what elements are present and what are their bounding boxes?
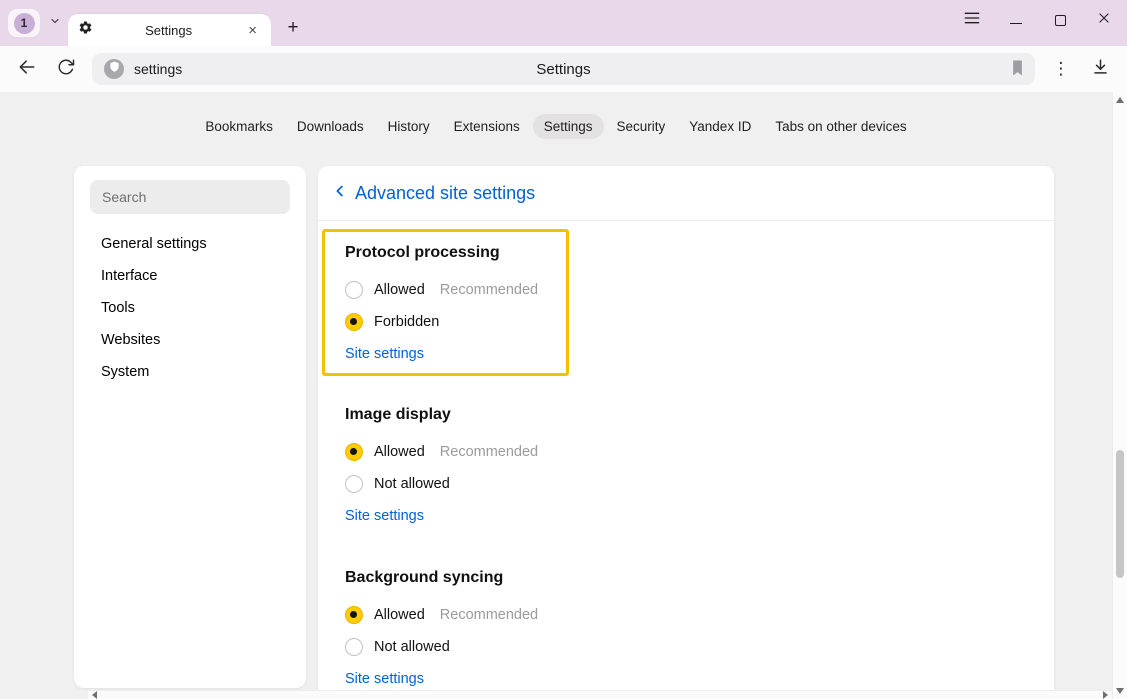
gear-icon [78,20,93,40]
back-arrow-icon [17,57,37,82]
scroll-left-arrow-icon[interactable] [92,691,97,699]
radio-selected-icon[interactable] [345,313,363,331]
sidebar-item-websites[interactable]: Websites [101,324,306,356]
settings-page: Bookmarks Downloads History Extensions S… [0,92,1127,699]
address-bar[interactable]: settings Settings [92,53,1035,85]
browser-tab-settings[interactable]: Settings × [68,14,271,46]
window-maximize-button[interactable] [1053,13,1067,27]
settings-sections: Protocol processing Allowed Recommended … [318,229,1054,688]
radio-option-allowed[interactable]: Allowed Recommended [345,436,1027,468]
section-protocol-processing: Protocol processing Allowed Recommended … [322,229,569,376]
maximize-icon [1055,15,1066,26]
nav-item-downloads[interactable]: Downloads [286,114,375,139]
radio-group: Allowed Recommended Forbidden [345,274,546,338]
tab-group-button[interactable]: 1 [8,9,40,37]
radio-option-allowed[interactable]: Allowed Recommended [345,274,546,306]
back-button[interactable] [14,56,40,82]
downloads-button[interactable] [1087,56,1113,82]
search-input[interactable] [90,180,290,214]
settings-top-nav: Bookmarks Downloads History Extensions S… [0,114,1112,139]
browser-menu-button[interactable] [965,13,979,27]
sidebar-item-general-settings[interactable]: General settings [101,228,306,260]
window-minimize-button[interactable] [1009,13,1023,27]
nav-item-yandex-id[interactable]: Yandex ID [678,114,762,139]
hamburger-menu-icon [964,11,980,30]
site-settings-link[interactable]: Site settings [345,671,424,687]
site-security-badge[interactable] [104,59,124,79]
nav-item-tabs-other-devices[interactable]: Tabs on other devices [764,114,917,139]
chevron-left-icon [331,182,349,205]
radio-label: Allowed [374,607,425,623]
kebab-menu-icon: ⋮ [1053,59,1070,79]
radio-unselected-icon[interactable] [345,475,363,493]
section-title: Protocol processing [345,244,546,262]
vertical-scrollbar-thumb[interactable] [1116,450,1124,578]
settings-main-panel: Advanced site settings Protocol processi… [318,166,1054,699]
radio-label: Not allowed [374,476,450,492]
settings-sidebar: General settings Interface Tools Website… [74,166,306,688]
chevron-down-icon [49,14,61,32]
recommended-note: Recommended [440,444,538,460]
radio-group: Allowed Recommended Not allowed [345,599,1027,663]
recommended-note: Recommended [440,282,538,298]
download-icon [1091,57,1110,81]
url-text: settings [134,61,182,77]
nav-item-security[interactable]: Security [606,114,677,139]
nav-item-history[interactable]: History [377,114,441,139]
radio-selected-icon[interactable] [345,606,363,624]
radio-option-forbidden[interactable]: Forbidden [345,306,546,338]
reload-button[interactable] [53,56,79,82]
reload-icon [57,58,75,81]
radio-unselected-icon[interactable] [345,638,363,656]
close-icon [1097,11,1111,30]
sidebar-item-tools[interactable]: Tools [101,292,306,324]
toolbar-more-button[interactable]: ⋮ [1048,56,1074,82]
scroll-down-arrow-icon[interactable] [1116,688,1124,694]
shield-icon [109,60,120,78]
radio-label: Not allowed [374,639,450,655]
sidebar-nav: General settings Interface Tools Website… [74,228,306,388]
nav-item-settings[interactable]: Settings [533,114,604,139]
radio-unselected-icon[interactable] [345,281,363,299]
scroll-right-arrow-icon[interactable] [1103,691,1108,699]
tab-close-icon[interactable]: × [244,21,261,40]
vertical-scrollbar[interactable] [1112,92,1127,699]
advanced-site-settings-header[interactable]: Advanced site settings [318,166,1054,221]
new-tab-button[interactable]: + [281,16,305,40]
radio-label: Allowed [374,282,425,298]
titlebar: 1 Settings × + [0,0,1127,46]
radio-label: Allowed [374,444,425,460]
tab-list-chevron-button[interactable] [43,9,67,37]
nav-item-bookmarks[interactable]: Bookmarks [194,114,284,139]
bookmark-icon[interactable] [1010,59,1025,82]
scroll-up-arrow-icon[interactable] [1116,97,1124,103]
page-title: Settings [92,61,1035,78]
tab-group-count-badge: 1 [14,13,35,34]
radio-option-allowed[interactable]: Allowed Recommended [345,599,1027,631]
page-header-title: Advanced site settings [355,183,535,204]
window-controls [965,6,1111,34]
recommended-note: Recommended [440,607,538,623]
section-title: Image display [345,406,1027,424]
horizontal-scrollbar[interactable] [88,690,1112,699]
minimize-icon [1010,23,1022,24]
sidebar-item-system[interactable]: System [101,356,306,388]
site-settings-link[interactable]: Site settings [345,508,424,524]
radio-option-not-allowed[interactable]: Not allowed [345,631,1027,663]
section-image-display: Image display Allowed Recommended Not al… [345,406,1027,525]
section-background-syncing: Background syncing Allowed Recommended N… [345,569,1027,688]
browser-toolbar: settings Settings ⋮ [0,46,1127,92]
window-close-button[interactable] [1097,13,1111,27]
radio-label: Forbidden [374,314,439,330]
radio-selected-icon[interactable] [345,443,363,461]
radio-group: Allowed Recommended Not allowed [345,436,1027,500]
site-settings-link[interactable]: Site settings [345,346,424,362]
radio-option-not-allowed[interactable]: Not allowed [345,468,1027,500]
nav-item-extensions[interactable]: Extensions [443,114,531,139]
section-title: Background syncing [345,569,1027,587]
tab-title: Settings [101,23,236,38]
sidebar-item-interface[interactable]: Interface [101,260,306,292]
